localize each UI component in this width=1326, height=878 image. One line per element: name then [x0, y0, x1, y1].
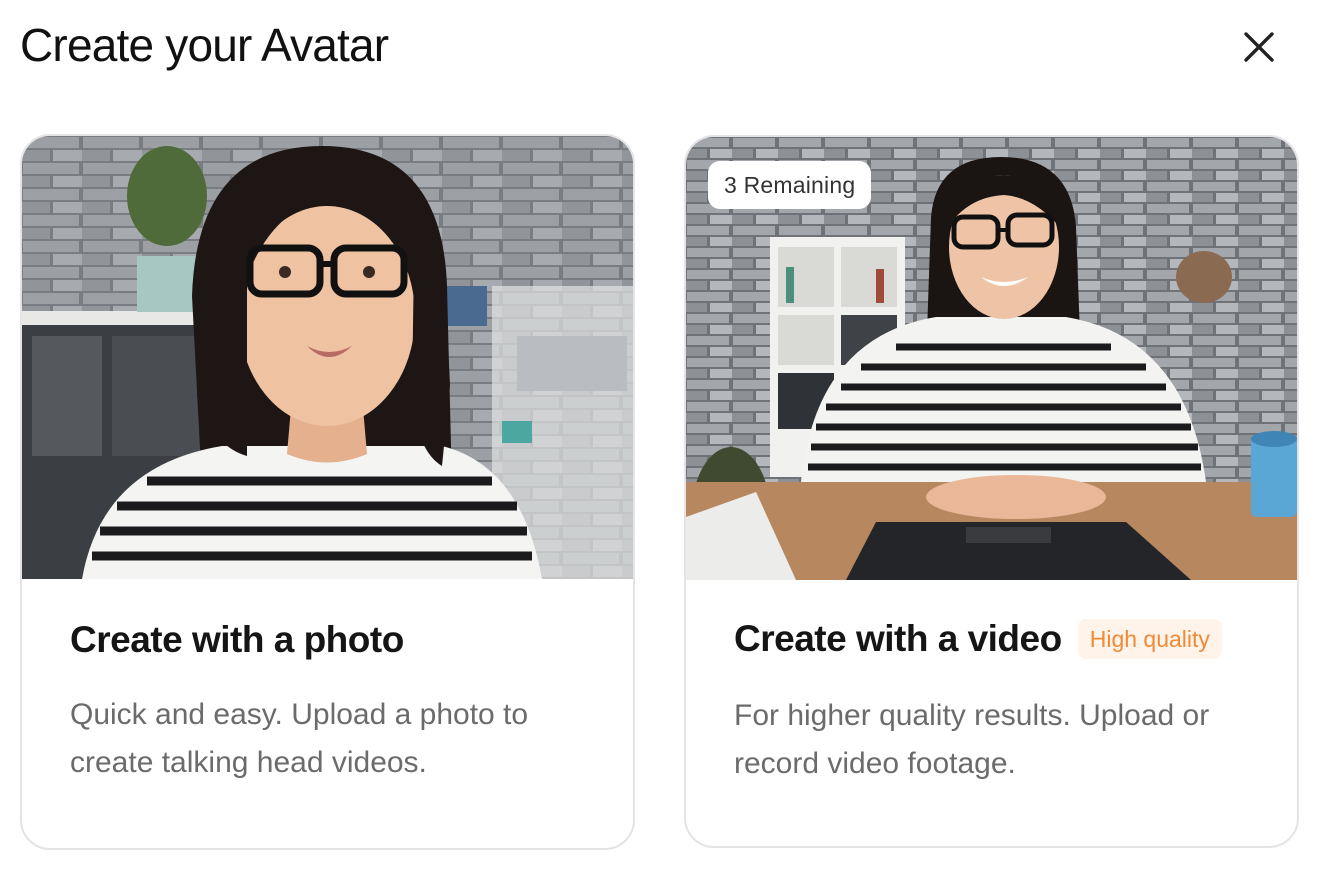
video-card-description: For higher quality results. Upload or re…: [734, 699, 1210, 780]
photo-card-title: Create with a photo: [70, 619, 404, 660]
video-card-title: Create with a video: [734, 618, 1062, 659]
photo-thumbnail: [22, 136, 633, 579]
create-with-video-card[interactable]: 3 Remaining Create with a video High qua…: [684, 135, 1299, 848]
close-button[interactable]: [1236, 24, 1282, 70]
high-quality-badge: High quality: [1077, 619, 1222, 659]
photo-card-description: Quick and easy. Upload a photo to create…: [70, 698, 529, 779]
photo-title-row: Create with a photo: [70, 619, 404, 661]
video-title-row: Create with a video High quality: [734, 618, 1222, 660]
create-with-photo-card[interactable]: Create with a photo Quick and easy. Uplo…: [20, 134, 635, 850]
remaining-badge: 3 Remaining: [708, 161, 872, 209]
dialog-title: Create your Avatar: [20, 19, 389, 71]
close-icon: [1244, 32, 1274, 62]
video-thumbnail: 3 Remaining: [686, 137, 1297, 580]
